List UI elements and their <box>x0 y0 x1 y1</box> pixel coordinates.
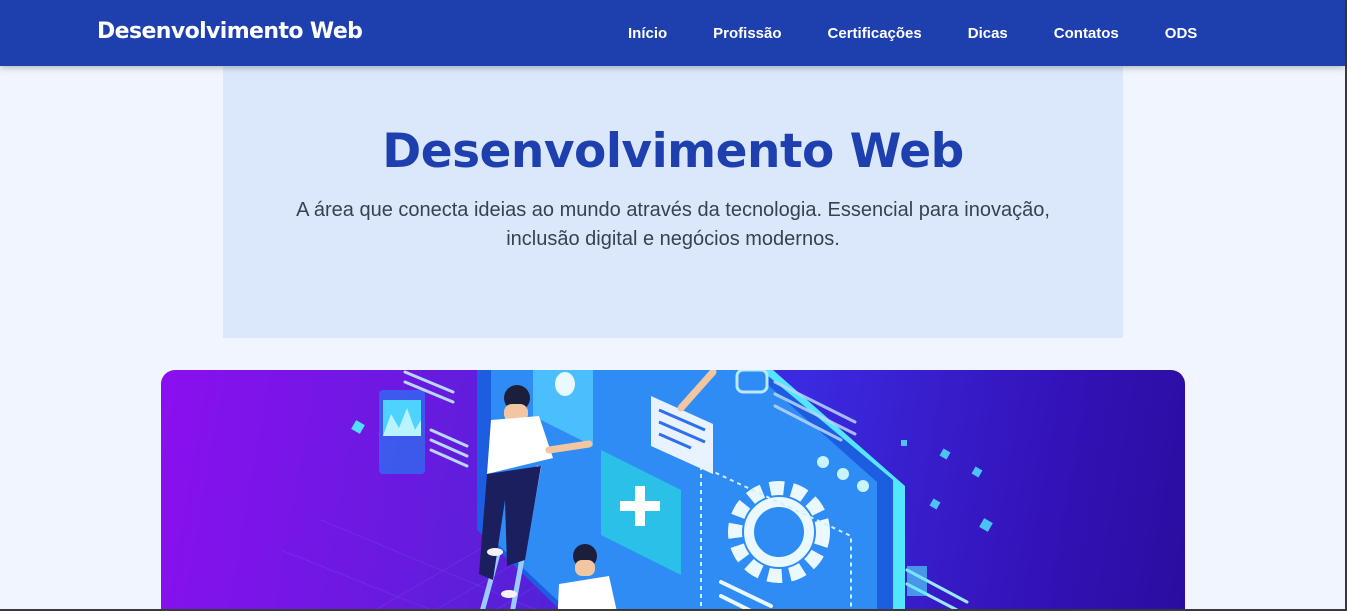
hero-subtitle: A área que conecta ideias ao mundo atrav… <box>296 199 1050 250</box>
main-nav: Início Profissão Certificações Dicas Con… <box>604 0 1197 66</box>
site-brand[interactable]: Desenvolvimento Web <box>97 19 363 44</box>
chart-card-icon <box>379 390 425 474</box>
nav-link-certificacoes[interactable]: Certificações <box>828 19 922 48</box>
hero-title: Desenvolvimento Web <box>382 124 964 179</box>
nav-link-inicio[interactable]: Início <box>628 19 667 48</box>
hero-section: Desenvolvimento Web A área que conecta i… <box>223 66 1123 338</box>
nav-link-contatos[interactable]: Contatos <box>1054 19 1119 48</box>
nav-link-ods[interactable]: ODS <box>1165 19 1198 48</box>
site-header: Desenvolvimento Web Início Profissão Cer… <box>0 0 1345 66</box>
hero-banner-image <box>161 370 1185 611</box>
nav-link-profissao[interactable]: Profissão <box>713 19 781 48</box>
web-development-illustration <box>280 370 993 611</box>
nav-link-dicas[interactable]: Dicas <box>968 19 1008 48</box>
